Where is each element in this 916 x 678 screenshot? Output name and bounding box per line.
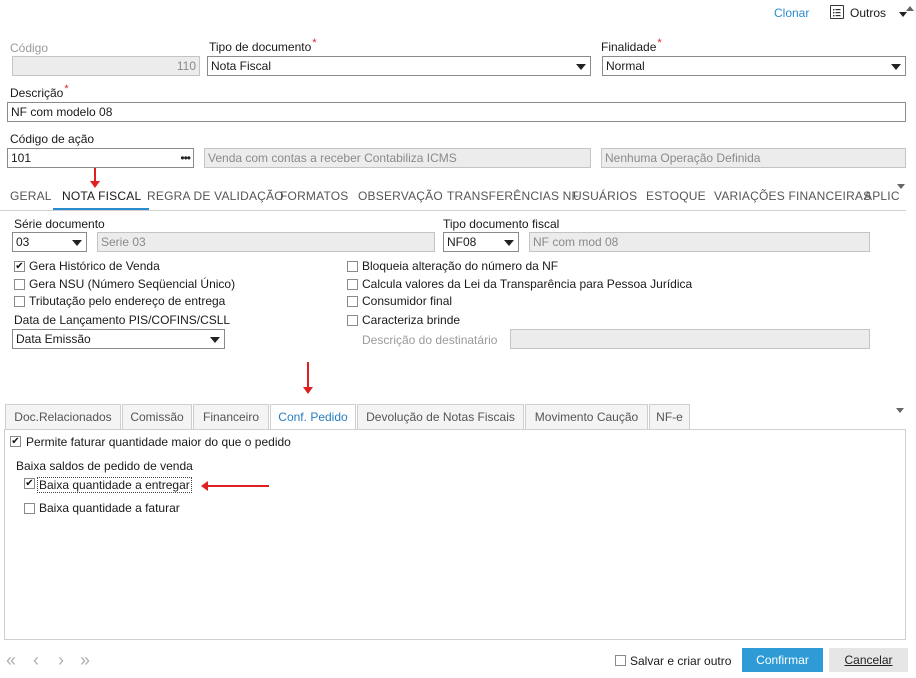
others-label: Outros [850, 6, 887, 20]
checkbox-tributacao-endereco[interactable] [14, 296, 25, 307]
tab-geral[interactable]: GERAL [10, 189, 52, 203]
descricao-input[interactable]: NF com modelo 08 [7, 102, 906, 122]
codigo-acao-description: Venda com contas a receber Contabiliza I… [204, 148, 591, 168]
dropdown-arrow-icon [891, 64, 901, 70]
gera-nsu-label: Gera NSU (Número Seqüencial Único) [29, 277, 236, 291]
annotation-arrow-baixa-entregar [201, 481, 269, 491]
codigo-acao-value: 101 [11, 151, 32, 165]
serie-description: Serie 03 [97, 232, 435, 252]
operacao-description: Nenhuma Operação Definida [601, 148, 906, 168]
checkbox-permite-faturar[interactable] [10, 436, 21, 447]
consumidor-final-label: Consumidor final [362, 294, 453, 308]
tab-observacao[interactable]: OBSERVAÇÃO [358, 189, 443, 203]
tipo-fiscal-label: Tipo documento fiscal [443, 217, 560, 231]
annotation-arrow-nota-fiscal [90, 168, 100, 188]
tab-transferencias-nf[interactable]: TRANSFERÊNCIAS NF [447, 189, 579, 203]
subtab-movimento-caucao[interactable]: Movimento Caução [525, 404, 648, 429]
pis-cofins-label: Data de Lançamento PIS/COFINS/CSLL [14, 313, 231, 327]
tab-regra-validacao[interactable]: REGRA DE VALIDAÇÃO [147, 189, 284, 203]
clone-link[interactable]: Clonar [774, 6, 809, 20]
codigo-acao-input[interactable]: 101 ••• [7, 148, 194, 168]
serie-label: Série documento [14, 217, 105, 231]
destinatario-label: Descrição do destinatário [362, 333, 498, 347]
first-page-icon[interactable]: « [6, 650, 16, 671]
checkbox-bloqueia-numero[interactable] [347, 261, 358, 272]
prev-page-icon[interactable]: ‹ [33, 650, 39, 671]
tipo-documento-value: Nota Fiscal [211, 59, 272, 73]
pis-cofins-select[interactable]: Data Emissão [12, 329, 225, 349]
dropdown-arrow-icon [504, 240, 514, 246]
tipo-documento-select[interactable]: Nota Fiscal [207, 56, 591, 76]
caracteriza-brinde-label: Caracteriza brinde [362, 313, 461, 327]
subtab-comissao[interactable]: Comissão [122, 404, 192, 429]
pis-cofins-value: Data Emissão [16, 332, 91, 346]
bloqueia-numero-label: Bloqueia alteração do número da NF [362, 259, 559, 273]
dropdown-arrow-icon [72, 240, 82, 246]
subtab-overflow-icon[interactable] [896, 408, 904, 413]
tipo-fiscal-value: NF08 [447, 235, 477, 249]
salvar-criar-label: Salvar e criar outro [630, 654, 732, 668]
checkbox-baixa-faturar[interactable] [24, 503, 35, 514]
codigo-label: Código [10, 41, 49, 55]
tipo-fiscal-description: NF com mod 08 [529, 232, 870, 252]
chevron-down-icon [899, 12, 907, 17]
checkbox-baixa-entregar[interactable] [24, 478, 35, 489]
checkbox-caracteriza-brinde[interactable] [347, 315, 358, 326]
finalidade-label: Finalidade [601, 40, 662, 54]
subtab-conf-pedido[interactable]: Conf. Pedido [270, 404, 356, 430]
codigo-field: 110 [12, 56, 200, 76]
descricao-label: Descrição [10, 86, 69, 100]
list-icon [830, 5, 844, 19]
tab-nota-fiscal[interactable]: NOTA FISCAL [53, 189, 150, 210]
tab-variacoes-financeiras[interactable]: VARIAÇÕES FINANCEIRAS [714, 189, 871, 203]
confirm-button[interactable]: Confirmar [742, 648, 823, 672]
gera-historico-label: Gera Histórico de Venda [29, 259, 160, 273]
tab-estoque[interactable]: ESTOQUE [646, 189, 706, 203]
baixa-entregar-label: Baixa quantidade a entregar [37, 477, 192, 493]
checkbox-lei-transparencia[interactable] [347, 279, 358, 290]
finalidade-select[interactable]: Normal [602, 56, 906, 76]
tab-usuarios[interactable]: USUÁRIOS [573, 189, 637, 203]
codigo-acao-label: Código de ação [10, 132, 95, 146]
tab-overflow-icon[interactable] [897, 184, 905, 189]
subtab-devolucao[interactable]: Devolução de Notas Fiscais [357, 404, 524, 429]
scroll-up-icon[interactable] [906, 6, 914, 11]
main-tab-bar: GERAL NOTA FISCAL REGRA DE VALIDAÇÃO FOR… [0, 185, 906, 211]
subtab-doc-relacionados[interactable]: Doc.Relacionados [5, 404, 121, 429]
subtab-financeiro[interactable]: Financeiro [193, 404, 269, 429]
dropdown-arrow-icon [576, 64, 586, 70]
checkbox-gera-historico[interactable] [14, 261, 25, 272]
checkbox-consumidor-final[interactable] [347, 296, 358, 307]
tab-formatos[interactable]: FORMATOS [280, 189, 349, 203]
destinatario-input [510, 329, 870, 349]
tipo-fiscal-select[interactable]: NF08 [443, 232, 519, 252]
subtab-nf-e[interactable]: NF-e [649, 404, 690, 429]
next-page-icon[interactable]: › [58, 650, 64, 671]
baixa-faturar-label: Baixa quantidade a faturar [39, 501, 180, 515]
checkbox-gera-nsu[interactable] [14, 279, 25, 290]
lei-transparencia-label: Calcula valores da Lei da Transparência … [362, 277, 693, 291]
last-page-icon[interactable]: » [80, 650, 90, 671]
ellipsis-lookup-icon[interactable]: ••• [180, 149, 191, 167]
annotation-arrow-conf-pedido [303, 362, 313, 394]
tributacao-endereco-label: Tributação pelo endereço de entrega [29, 294, 226, 308]
serie-value: 03 [16, 235, 30, 249]
cancel-button[interactable]: Cancelar [829, 648, 908, 672]
tipo-documento-label: Tipo de documento [209, 40, 317, 54]
baixa-saldos-label: Baixa saldos de pedido de venda [16, 459, 193, 473]
finalidade-value: Normal [606, 59, 645, 73]
permite-faturar-label: Permite faturar quantidade maior do que … [26, 435, 291, 449]
dropdown-arrow-icon [210, 337, 220, 343]
checkbox-salvar-criar[interactable] [615, 655, 626, 666]
tab-aplic[interactable]: APLIC [864, 189, 900, 203]
serie-select[interactable]: 03 [12, 232, 87, 252]
